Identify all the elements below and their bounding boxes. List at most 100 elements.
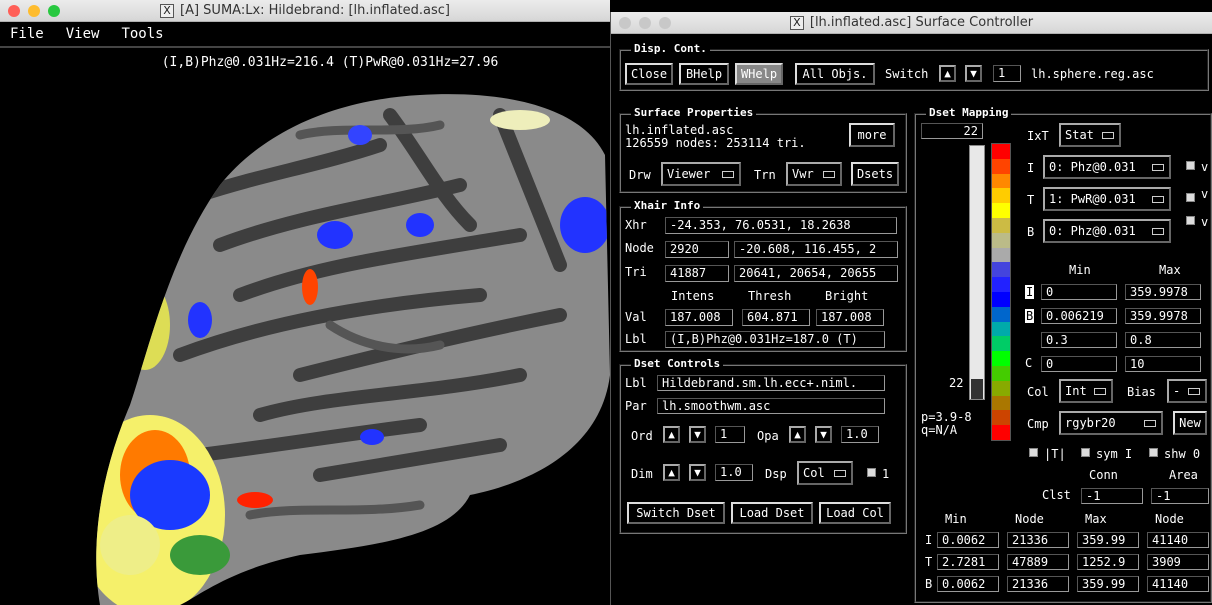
load-col-button[interactable]: Load Col: [819, 502, 891, 524]
threshold-slider[interactable]: [969, 145, 985, 400]
par-field[interactable]: lh.smoothwm.asc: [657, 398, 885, 414]
xhair-info-legend: Xhair Info: [631, 199, 704, 212]
dset-checkbox[interactable]: [867, 468, 876, 477]
col-select[interactable]: Int: [1059, 379, 1113, 403]
brain-surface-render[interactable]: [0, 75, 610, 605]
controller-titlebar[interactable]: X [lh.inflated.asc] Surface Controller: [611, 12, 1212, 34]
bias-select[interactable]: -: [1167, 379, 1207, 403]
whelp-button[interactable]: WHelp: [735, 63, 783, 85]
colormap-swatch: [992, 188, 1010, 204]
t-select[interactable]: 1: PwR@0.031: [1043, 187, 1171, 211]
c-max-field[interactable]: 10: [1125, 356, 1201, 372]
ord-up-arrow-icon[interactable]: ▲: [663, 426, 680, 443]
threshold-top-field[interactable]: 22: [921, 123, 983, 139]
switch-down-arrow-icon[interactable]: ▼: [965, 65, 982, 82]
b-max-field[interactable]: 359.9978: [1125, 308, 1201, 324]
surface-controller-window: X [lh.inflated.asc] Surface Controller D…: [610, 12, 1212, 605]
suma-viewer-window: X [A] SUMA:Lx: Hildebrand: [lh.inflated.…: [0, 0, 610, 605]
dim-up-arrow-icon[interactable]: ▲: [663, 464, 680, 481]
minimize-window-icon[interactable]: [28, 5, 40, 17]
conn-header: Conn: [1089, 468, 1118, 482]
ord-down-arrow-icon[interactable]: ▼: [689, 426, 706, 443]
zoom-window-icon[interactable]: [48, 5, 60, 17]
dset-mapping-legend: Dset Mapping: [926, 106, 1012, 119]
opa-field[interactable]: 1.0: [841, 426, 879, 443]
menu-file[interactable]: File: [10, 26, 44, 42]
switch-dset-button[interactable]: Switch Dset: [627, 502, 725, 524]
ord-field[interactable]: 1: [715, 426, 745, 443]
node-field[interactable]: 2920: [665, 241, 729, 258]
minimize-window-icon[interactable]: [639, 17, 651, 29]
close-window-icon[interactable]: [619, 17, 631, 29]
i-select[interactable]: 0: Phz@0.031: [1043, 155, 1171, 179]
t-v-checkbox[interactable]: [1186, 193, 1195, 202]
area-field[interactable]: -1: [1151, 488, 1209, 504]
colormap-swatch: [992, 365, 1010, 381]
close-button[interactable]: Close: [625, 63, 673, 85]
c-min-field[interactable]: 0: [1041, 356, 1117, 372]
shw-0-checkbox[interactable]: [1149, 448, 1158, 457]
conn-field[interactable]: -1: [1081, 488, 1143, 504]
p-value: p=3.9-8: [921, 410, 972, 424]
colormap-swatch: [992, 247, 1010, 263]
drw-select[interactable]: Viewer: [661, 162, 741, 186]
opa-down-arrow-icon[interactable]: ▼: [815, 426, 832, 443]
switch-up-arrow-icon[interactable]: ▲: [939, 65, 956, 82]
ixt-label: IxT: [1027, 129, 1049, 143]
opa-up-arrow-icon[interactable]: ▲: [789, 426, 806, 443]
switch-number-field[interactable]: 1: [993, 65, 1021, 82]
val-intens-field: 187.008: [665, 309, 733, 326]
opa-label: Opa: [757, 429, 779, 443]
zoom-window-icon[interactable]: [659, 17, 671, 29]
trn-select[interactable]: Vwr: [786, 162, 842, 186]
dim-field[interactable]: 1.0: [715, 464, 753, 481]
bhelp-button[interactable]: BHelp: [679, 63, 729, 85]
table-cell: 359.99: [1077, 576, 1139, 592]
t-label: T: [1027, 193, 1035, 207]
b-select[interactable]: 0: Phz@0.031: [1043, 219, 1171, 243]
colormap-swatch: [992, 217, 1010, 233]
brightness-max-field[interactable]: 0.8: [1125, 332, 1201, 348]
b-min-field[interactable]: 0.006219: [1041, 308, 1117, 324]
all-objs-button[interactable]: All Objs.: [795, 63, 875, 85]
bias-label: Bias: [1127, 385, 1156, 399]
dset-label-field[interactable]: Hildebrand.sm.lh.ecc+.niml.: [657, 375, 885, 391]
close-window-icon[interactable]: [8, 5, 20, 17]
more-button[interactable]: more: [849, 123, 895, 147]
ixt-select[interactable]: Stat: [1059, 123, 1121, 147]
colormap-swatch: [992, 277, 1010, 292]
suma-title: [A] SUMA:Lx: Hildebrand: [lh.inflated.as…: [180, 3, 450, 18]
new-colormap-button[interactable]: New: [1173, 411, 1207, 435]
dsets-button[interactable]: Dsets: [851, 162, 899, 186]
xhr-label: Xhr: [625, 218, 647, 232]
range-b-toggle[interactable]: B: [1025, 309, 1035, 323]
tri-field[interactable]: 41887: [665, 265, 729, 282]
sym-i-label: sym I: [1096, 447, 1133, 461]
t-v-label: v: [1201, 187, 1209, 201]
sym-i-checkbox[interactable]: [1081, 448, 1090, 457]
colormap-bar[interactable]: [991, 143, 1011, 441]
i-min-field[interactable]: 0: [1041, 284, 1117, 300]
table-cell: 2.7281: [937, 554, 999, 570]
i-max-field[interactable]: 359.9978: [1125, 284, 1201, 300]
load-dset-button[interactable]: Load Dset: [731, 502, 813, 524]
xhr-field[interactable]: -24.353, 76.0531, 18.2638: [665, 217, 897, 234]
i-v-checkbox[interactable]: [1186, 161, 1195, 170]
surface-properties-legend: Surface Properties: [631, 106, 757, 119]
suma-titlebar[interactable]: X [A] SUMA:Lx: Hildebrand: [lh.inflated.…: [0, 0, 610, 22]
clst-label: Clst: [1042, 488, 1071, 502]
dsp-select[interactable]: Col: [797, 461, 853, 485]
surface-info: 126559 nodes: 253114 tri.: [625, 136, 806, 150]
menu-view[interactable]: View: [66, 26, 100, 42]
colormap-swatch: [992, 291, 1010, 307]
b-v-checkbox[interactable]: [1186, 216, 1195, 225]
cmp-select[interactable]: rgybr20: [1059, 411, 1163, 435]
table-cell: 21336: [1007, 532, 1069, 548]
threshold-slider-thumb[interactable]: [971, 379, 983, 399]
range-i-toggle[interactable]: I: [1025, 285, 1035, 299]
menu-tools[interactable]: Tools: [121, 26, 163, 42]
colormap-swatch: [992, 410, 1010, 426]
abs-t-checkbox[interactable]: [1029, 448, 1038, 457]
dim-down-arrow-icon[interactable]: ▼: [689, 464, 706, 481]
brightness-min-field[interactable]: 0.3: [1041, 332, 1117, 348]
